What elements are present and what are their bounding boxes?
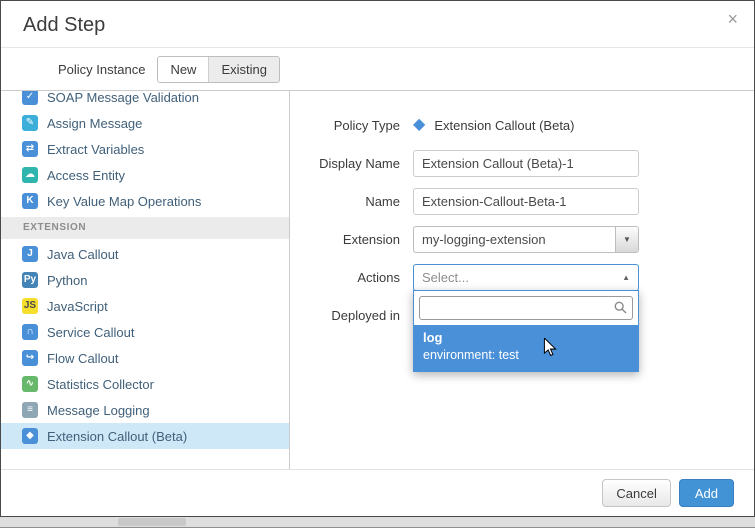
actions-select-placeholder: Select... [414,270,622,285]
dropdown-option-subtitle: environment: test [423,348,629,363]
sidebar-item-label: Flow Callout [47,351,119,366]
tab-existing[interactable]: Existing [208,57,279,82]
policy-list-scroll: ✓ SOAP Message Validation ✎ Assign Messa… [1,91,289,449]
access-entity-icon: ☁ [22,167,38,183]
sidebar-item-message-logging[interactable]: ≡ Message Logging [1,397,289,423]
extension-section-header: EXTENSION [1,217,289,239]
policy-form: Policy Type ◆ Extension Callout (Beta) D… [290,91,754,469]
sidebar-item-javascript[interactable]: JS JavaScript [1,293,289,319]
python-icon: Py [22,272,38,288]
flow-callout-icon: ↪ [22,350,38,366]
sidebar-item-label: Service Callout [47,325,134,340]
policy-instance-label: Policy Instance [58,62,145,77]
actions-select[interactable]: Select... ▲ [413,264,639,291]
sidebar-item-label: JavaScript [47,299,108,314]
background-element [118,518,186,526]
sidebar-item-python[interactable]: Py Python [1,267,289,293]
sidebar-item-label: Statistics Collector [47,377,154,392]
chevron-down-icon: ▼ [615,227,638,252]
modal-header: Add Step × [1,1,754,48]
extension-callout-icon: ◆ [22,428,38,444]
chevron-up-icon: ▲ [622,273,638,282]
screen: Add Step × Policy Instance New Existing … [0,0,755,528]
assign-message-icon: ✎ [22,115,38,131]
modal-title: Add Step [23,14,734,37]
dropdown-option-title: log [423,330,629,346]
add-button[interactable]: Add [679,479,734,507]
extension-row: Extension my-logging-extension ▼ [290,225,754,253]
close-icon[interactable]: × [727,10,738,28]
extension-label: Extension [290,232,400,247]
actions-row: Actions Select... ▲ [290,263,754,291]
sidebar-item-label: Extract Variables [47,142,144,157]
dropdown-option-log[interactable]: log environment: test [414,325,638,371]
java-callout-icon: J [22,246,38,262]
dropdown-search [414,291,638,325]
name-input[interactable] [413,188,639,215]
sidebar-item-service-callout[interactable]: ∩ Service Callout [1,319,289,345]
sidebar-item-label: Key Value Map Operations [47,194,201,209]
policy-type-value: Extension Callout (Beta) [434,118,574,133]
sidebar-item-assign-message[interactable]: ✎ Assign Message [1,110,289,136]
sidebar-item-label: Java Callout [47,247,119,262]
dropdown-search-input[interactable] [419,296,633,320]
tab-new[interactable]: New [158,57,208,82]
extension-select[interactable]: my-logging-extension ▼ [413,226,639,253]
cancel-button[interactable]: Cancel [602,479,670,507]
policy-instance-toggle: New Existing [157,56,280,83]
display-name-label: Display Name [290,156,400,171]
sidebar-item-label: SOAP Message Validation [47,91,199,105]
service-callout-icon: ∩ [22,324,38,340]
extension-callout-icon: ◆ [413,117,425,133]
policy-instance-row: Policy Instance New Existing [1,48,754,91]
sidebar-item-flow-callout[interactable]: ↪ Flow Callout [1,345,289,371]
name-label: Name [290,194,400,209]
sidebar-item-label: Message Logging [47,403,150,418]
actions-dropdown: log environment: test [413,290,639,372]
extract-variables-icon: ⇄ [22,141,38,157]
modal-footer: Cancel Add [1,469,754,516]
sidebar-item-soap-message-validation[interactable]: ✓ SOAP Message Validation [1,91,289,110]
background-page [0,516,755,528]
display-name-row: Display Name [290,149,754,177]
actions-label: Actions [290,270,400,285]
sidebar-item-label: Python [47,273,87,288]
sidebar-item-java-callout[interactable]: J Java Callout [1,241,289,267]
policy-type-row: Policy Type ◆ Extension Callout (Beta) [290,111,754,139]
sidebar-item-access-entity[interactable]: ☁ Access Entity [1,162,289,188]
display-name-input[interactable] [413,150,639,177]
search-icon [614,301,627,314]
name-row: Name [290,187,754,215]
sidebar-item-key-value-map-operations[interactable]: K Key Value Map Operations [1,188,289,214]
key-value-map-operations-icon: K [22,193,38,209]
sidebar-item-label: Assign Message [47,116,142,131]
add-step-modal: Add Step × Policy Instance New Existing … [0,0,755,517]
deployed-in-label: Deployed in [290,308,400,323]
policy-type-label: Policy Type [290,118,400,133]
sidebar-item-statistics-collector[interactable]: ∿ Statistics Collector [1,371,289,397]
modal-content: ✓ SOAP Message Validation ✎ Assign Messa… [1,91,754,469]
javascript-icon: JS [22,298,38,314]
sidebar-item-label: Extension Callout (Beta) [47,429,187,444]
sidebar-item-extension-callout-beta[interactable]: ◆ Extension Callout (Beta) [1,423,289,449]
statistics-collector-icon: ∿ [22,376,38,392]
soap-message-validation-icon: ✓ [22,91,38,105]
sidebar-item-label: Access Entity [47,168,125,183]
policy-type-value-wrap: ◆ Extension Callout (Beta) [413,117,575,133]
message-logging-icon: ≡ [22,402,38,418]
sidebar-item-extract-variables[interactable]: ⇄ Extract Variables [1,136,289,162]
extension-select-value: my-logging-extension [414,232,615,247]
policy-list: ✓ SOAP Message Validation ✎ Assign Messa… [1,91,290,469]
